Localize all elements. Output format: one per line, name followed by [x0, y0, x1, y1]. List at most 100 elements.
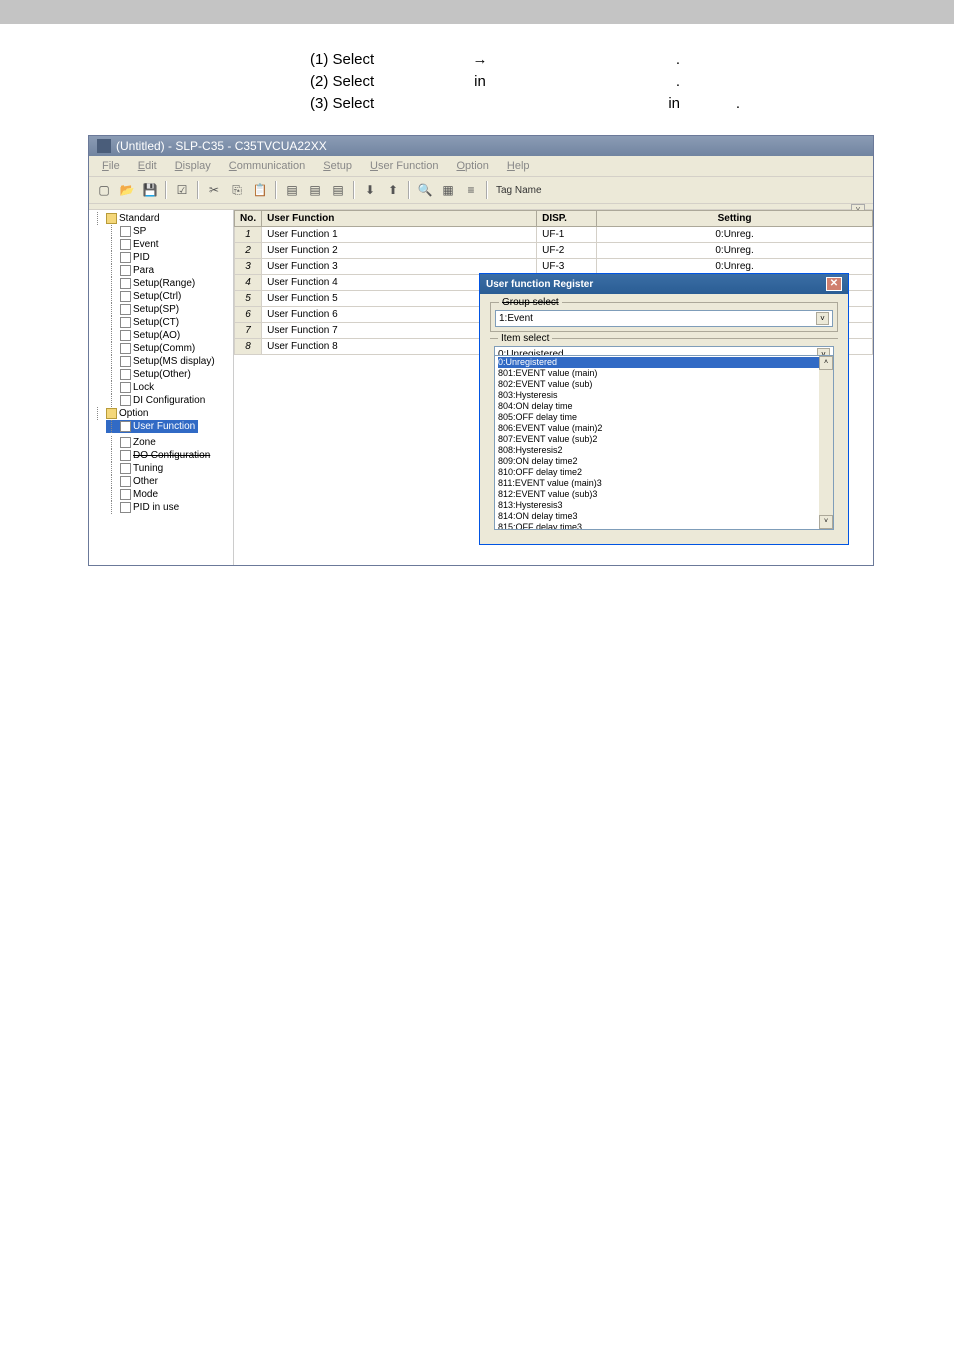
menu-user-function[interactable]: User Function	[362, 158, 446, 174]
list-item[interactable]: 805:OFF delay time	[498, 412, 830, 423]
instruction-step-3: (3) Select	[310, 93, 430, 115]
menu-file[interactable]: File	[94, 158, 128, 174]
instruction-sep-2: .	[530, 71, 680, 93]
tree-event[interactable]: Event	[92, 238, 230, 251]
cell-no: 6	[235, 307, 262, 323]
toolbar-paste-icon[interactable]: 📋	[250, 180, 270, 200]
tree-setup-ms-display[interactable]: Setup(MS display)	[92, 355, 230, 368]
menu-edit[interactable]: Edit	[130, 158, 165, 174]
tree-pid-in-use[interactable]: PID in use	[92, 501, 230, 514]
list-item[interactable]: 814:ON delay time3	[498, 511, 830, 522]
dialog-close-button[interactable]: ✕	[826, 277, 842, 291]
top-gray-bar	[0, 0, 954, 24]
tree-setup-comm[interactable]: Setup(Comm)	[92, 342, 230, 355]
cell-uf: User Function 2	[262, 243, 537, 259]
toolbar-save-icon[interactable]: 💾	[140, 180, 160, 200]
list-item[interactable]: 812:EVENT value (sub)3	[498, 489, 830, 500]
list-item[interactable]: 815:OFF delay time3	[498, 522, 830, 530]
file-icon	[120, 382, 131, 393]
scroll-down-icon[interactable]: ˅	[819, 515, 833, 529]
toolbar-find-icon[interactable]: 🔍	[415, 180, 435, 200]
list-item[interactable]: 809:ON delay time2	[498, 456, 830, 467]
toolbar-divider-5	[408, 181, 410, 199]
instruction-row-2: (2) Select in .	[310, 71, 954, 93]
toolbar-doc1-icon[interactable]: ▤	[282, 180, 302, 200]
list-item[interactable]: 804:ON delay time	[498, 401, 830, 412]
tree-do-configuration[interactable]: DO Configuration	[92, 449, 230, 462]
tree-mode[interactable]: Mode	[92, 488, 230, 501]
list-item[interactable]: 807:EVENT value (sub)2	[498, 434, 830, 445]
tree-sp[interactable]: SP	[92, 225, 230, 238]
tree-other[interactable]: Other	[92, 475, 230, 488]
th-user-function[interactable]: User Function	[262, 211, 537, 227]
item-select-list[interactable]: 0:Unregistered801:EVENT value (main)802:…	[494, 355, 834, 530]
list-item[interactable]: 808:Hysteresis2	[498, 445, 830, 456]
instruction-sep-3: .	[680, 93, 740, 115]
toolbar-chart-icon[interactable]: ▦	[438, 180, 458, 200]
list-item[interactable]: 811:EVENT value (main)3	[498, 478, 830, 489]
tree-setup-ctrl[interactable]: Setup(Ctrl)	[92, 290, 230, 303]
tree-standard[interactable]: Standard	[92, 212, 230, 225]
tree-setup-ao[interactable]: Setup(AO)	[92, 329, 230, 342]
file-icon	[120, 476, 131, 487]
tree-di-configuration[interactable]: DI Configuration	[92, 394, 230, 407]
menu-setup[interactable]: Setup	[315, 158, 360, 174]
window-title: (Untitled) - SLP-C35 - C35TVCUA22XX	[116, 139, 327, 153]
menu-help[interactable]: Help	[499, 158, 538, 174]
tree-tuning[interactable]: Tuning	[92, 462, 230, 475]
toolbar-copy-icon[interactable]: ⎘	[227, 180, 247, 200]
tree-standard-label: Standard	[119, 212, 160, 225]
cell-no: 4	[235, 275, 262, 291]
table-row[interactable]: 2User Function 2UF-20:Unreg.	[235, 243, 873, 259]
toolbar-list-icon[interactable]: ≡	[461, 180, 481, 200]
tree-user-function-row[interactable]: User Function	[92, 420, 230, 436]
file-icon	[120, 291, 131, 302]
tree-panel: Standard SP Event PID Para Setup(Range) …	[89, 210, 234, 565]
list-item[interactable]: 813:Hysteresis3	[498, 500, 830, 511]
cell-disp: UF-1	[537, 227, 597, 243]
menu-bar: File Edit Display Communication Setup Us…	[89, 156, 873, 177]
th-disp[interactable]: DISP.	[537, 211, 597, 227]
tree-para[interactable]: Para	[92, 264, 230, 277]
list-item[interactable]: 801:EVENT value (main)	[498, 368, 830, 379]
tree-setup-sp[interactable]: Setup(SP)	[92, 303, 230, 316]
tree-user-function[interactable]: User Function	[106, 420, 198, 433]
tree-zone[interactable]: Zone	[92, 436, 230, 449]
chevron-down-icon[interactable]: ˅	[816, 312, 829, 325]
file-icon	[120, 226, 131, 237]
list-item[interactable]: 806:EVENT value (main)2	[498, 423, 830, 434]
list-item[interactable]: 802:EVENT value (sub)	[498, 379, 830, 390]
toolbar-doc3-icon[interactable]: ▤	[328, 180, 348, 200]
instruction-row-3: (3) Select in .	[310, 93, 954, 115]
toolbar-upload-icon[interactable]: ⬆	[383, 180, 403, 200]
tree-option-label: Option	[119, 407, 148, 420]
toolbar-cut-icon[interactable]: ✂	[204, 180, 224, 200]
group-select-combo[interactable]: 1:Event ˅	[495, 310, 833, 327]
th-setting[interactable]: Setting	[597, 211, 873, 227]
scroll-up-icon[interactable]: ˄	[819, 356, 833, 370]
th-no[interactable]: No.	[235, 211, 262, 227]
menu-display[interactable]: Display	[167, 158, 219, 174]
cell-no: 5	[235, 291, 262, 307]
table-row[interactable]: 1User Function 1UF-10:Unreg.	[235, 227, 873, 243]
tree-setup-ct[interactable]: Setup(CT)	[92, 316, 230, 329]
tree-lock[interactable]: Lock	[92, 381, 230, 394]
toolbar-new-icon[interactable]: ▢	[94, 180, 114, 200]
list-scrollbar[interactable]: ˄ ˅	[819, 356, 833, 529]
list-item[interactable]: 803:Hysteresis	[498, 390, 830, 401]
list-item[interactable]: 810:OFF delay time2	[498, 467, 830, 478]
instruction-sep-1: .	[530, 49, 680, 71]
tree-setup-other[interactable]: Setup(Other)	[92, 368, 230, 381]
toolbar-checkbox-icon[interactable]: ☑	[172, 180, 192, 200]
tree-option[interactable]: Option	[92, 407, 230, 420]
menu-communication[interactable]: Communication	[221, 158, 313, 174]
file-icon	[120, 278, 131, 289]
toolbar-open-icon[interactable]: 📂	[117, 180, 137, 200]
list-item[interactable]: 0:Unregistered	[498, 357, 830, 368]
menu-option[interactable]: Option	[448, 158, 496, 174]
toolbar-download-icon[interactable]: ⬇	[360, 180, 380, 200]
toolbar-doc2-icon[interactable]: ▤	[305, 180, 325, 200]
tree-pid[interactable]: PID	[92, 251, 230, 264]
file-icon	[120, 304, 131, 315]
tree-setup-range[interactable]: Setup(Range)	[92, 277, 230, 290]
